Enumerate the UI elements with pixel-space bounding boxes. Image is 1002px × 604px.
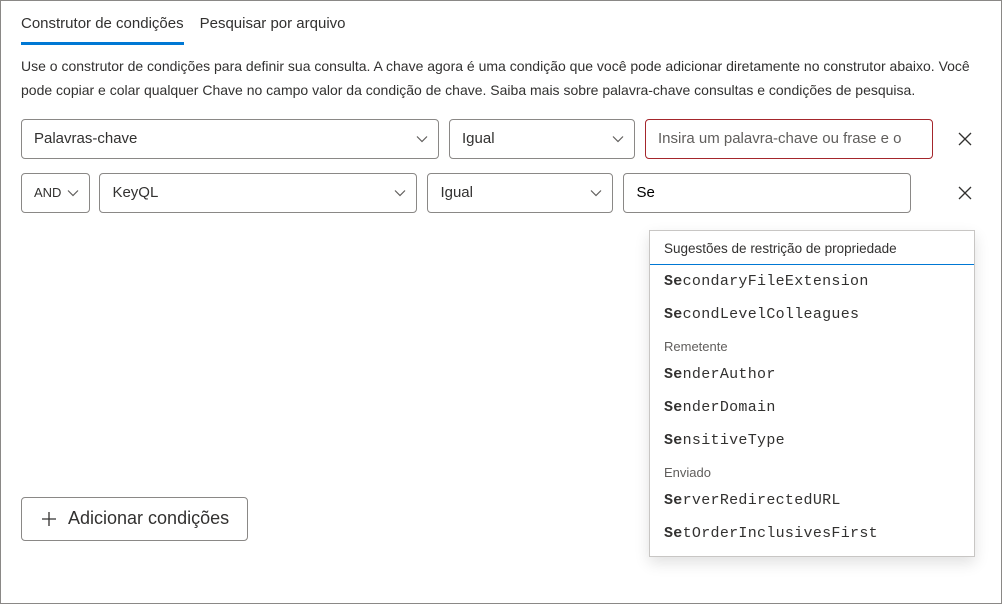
builder-description: Use o construtor de condições para defin… xyxy=(1,45,1001,119)
operator-select[interactable]: Igual xyxy=(449,119,635,159)
chevron-down-icon xyxy=(590,187,602,199)
chevron-down-icon xyxy=(612,133,624,145)
tab-condition-builder[interactable]: Construtor de condições xyxy=(21,9,184,45)
suggestion-item[interactable]: SecondaryFileExtension xyxy=(650,265,974,298)
tabs: Construtor de condições Pesquisar por ar… xyxy=(1,1,1001,45)
suggestion-group-label: Enviado xyxy=(650,457,974,484)
suggestion-item[interactable]: ServerRedirectedURL xyxy=(650,484,974,517)
condition-row-1: Palavras-chave Igual xyxy=(21,119,981,159)
operator-select-label: Igual xyxy=(462,130,495,147)
field-select-label: KeyQL xyxy=(112,184,158,201)
add-conditions-button[interactable]: Adicionar condições xyxy=(21,497,248,541)
chevron-down-icon xyxy=(394,187,406,199)
condition-row-2: AND KeyQL Igual xyxy=(21,173,981,213)
suggestion-item[interactable]: SenderDomain xyxy=(650,391,974,424)
suggestion-item[interactable]: SensitiveType xyxy=(650,424,974,457)
value-input[interactable] xyxy=(645,119,933,159)
property-suggestions-dropdown: Sugestões de restrição de propriedade Se… xyxy=(649,230,975,557)
suggestion-item[interactable]: SecondLevelColleagues xyxy=(650,298,974,331)
chevron-down-icon xyxy=(67,187,79,199)
add-conditions-label: Adicionar condições xyxy=(68,508,229,529)
close-icon xyxy=(957,185,973,201)
operator-select[interactable]: Igual xyxy=(427,173,613,213)
suggestion-item[interactable]: SenderAuthor xyxy=(650,358,974,391)
field-select-label: Palavras-chave xyxy=(34,130,137,147)
join-select[interactable]: AND xyxy=(21,173,90,213)
field-select[interactable]: Palavras-chave xyxy=(21,119,439,159)
conditions-area: Palavras-chave Igual AND KeyQL Igual xyxy=(1,119,1001,213)
field-select[interactable]: KeyQL xyxy=(99,173,417,213)
remove-condition-button[interactable] xyxy=(949,123,981,155)
operator-select-label: Igual xyxy=(440,184,473,201)
remove-condition-button[interactable] xyxy=(949,177,981,209)
join-select-label: AND xyxy=(34,185,61,200)
close-icon xyxy=(957,131,973,147)
chevron-down-icon xyxy=(416,133,428,145)
suggestion-group-label: Remetente xyxy=(650,331,974,358)
plus-icon xyxy=(40,510,58,528)
tab-search-by-file[interactable]: Pesquisar por arquivo xyxy=(200,9,346,45)
value-input[interactable] xyxy=(623,173,911,213)
suggestion-item[interactable]: SetOrderInclusivesFirst xyxy=(650,517,974,550)
dropdown-header: Sugestões de restrição de propriedade xyxy=(650,231,974,265)
